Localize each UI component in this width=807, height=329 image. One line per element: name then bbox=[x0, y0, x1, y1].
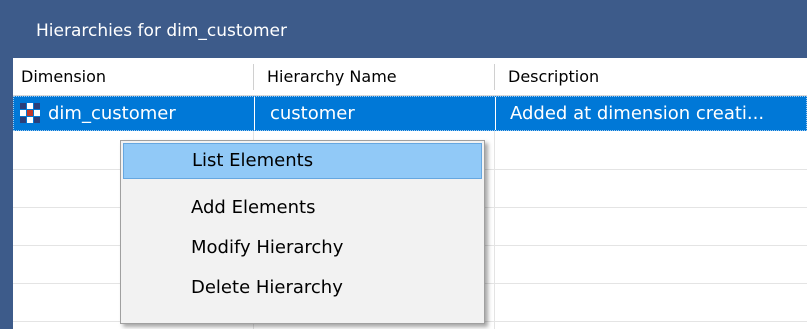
column-header-hierarchy-name[interactable]: Hierarchy Name bbox=[259, 58, 491, 95]
menu-item-list-elements[interactable]: List Elements bbox=[123, 143, 482, 179]
dialog-title-bar[interactable]: Hierarchies for dim_customer bbox=[0, 0, 807, 58]
window-left-border bbox=[0, 58, 13, 329]
table-row[interactable]: dim_customer customer Added at dimension… bbox=[13, 96, 807, 131]
column-divider[interactable] bbox=[494, 64, 495, 90]
menu-item-modify-hierarchy[interactable]: Modify Hierarchy bbox=[123, 230, 482, 266]
menu-item-delete-hierarchy[interactable]: Delete Hierarchy bbox=[123, 270, 482, 306]
dialog-title: Hierarchies for dim_customer bbox=[36, 21, 287, 41]
column-header-dimension[interactable]: Dimension bbox=[13, 58, 253, 95]
dimension-icon bbox=[20, 103, 40, 123]
context-menu: List Elements Add Elements Modify Hierar… bbox=[120, 140, 485, 324]
cell-description: Added at dimension creati... bbox=[510, 103, 765, 124]
cell-divider bbox=[495, 97, 496, 130]
column-divider[interactable] bbox=[253, 64, 254, 90]
cell-hierarchy-name: customer bbox=[270, 103, 355, 124]
grid-header-row: Dimension Hierarchy Name Description bbox=[13, 58, 807, 96]
grid-column-line bbox=[494, 131, 495, 329]
column-header-description[interactable]: Description bbox=[500, 58, 800, 95]
menu-item-add-elements[interactable]: Add Elements bbox=[123, 190, 482, 226]
cell-divider bbox=[254, 97, 255, 130]
cell-dimension: dim_customer bbox=[48, 103, 176, 124]
